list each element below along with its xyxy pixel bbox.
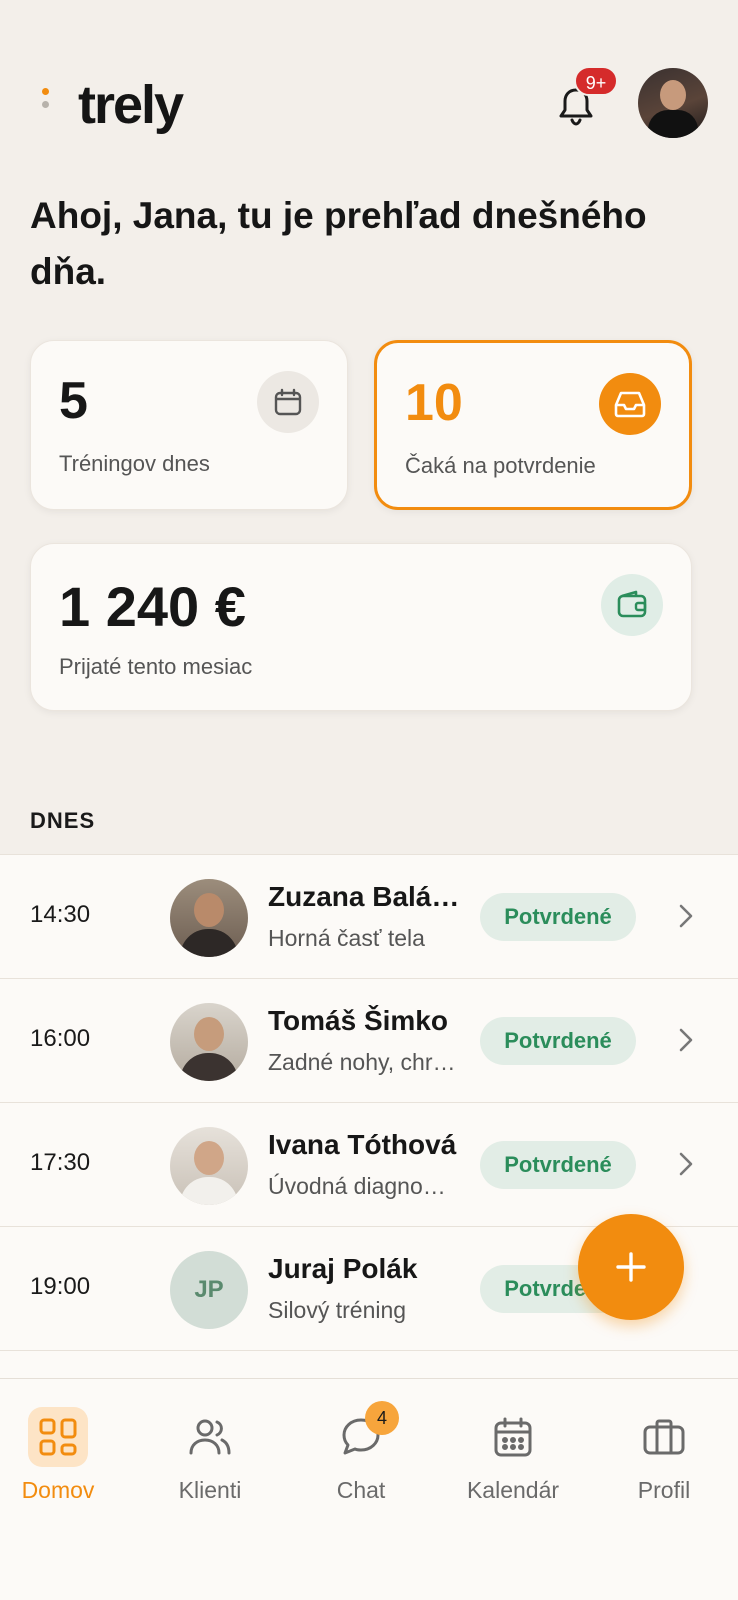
nav-item-clients[interactable]: Klienti bbox=[155, 1407, 265, 1504]
wallet-icon bbox=[601, 574, 663, 636]
status-badge: Potvrdené bbox=[480, 893, 636, 941]
grid-icon bbox=[28, 1407, 88, 1467]
client-name: Zuzana Balá… bbox=[268, 881, 460, 912]
chevron-right-icon[interactable] bbox=[676, 901, 696, 931]
bottom-navigation: Domov Klienti 4 Chat Kalendár Profil bbox=[0, 1378, 738, 1600]
sessions-count: 5 bbox=[59, 372, 88, 430]
session-time: 19:00 bbox=[30, 1273, 91, 1300]
nav-item-profile[interactable]: Profil bbox=[609, 1407, 719, 1504]
chevron-right-icon[interactable] bbox=[676, 1149, 696, 1179]
plus-icon bbox=[616, 1252, 646, 1282]
users-icon bbox=[180, 1407, 240, 1467]
income-value: 1 240 € bbox=[59, 575, 246, 638]
session-type: Zadné nohy, chr… bbox=[268, 1049, 456, 1075]
app-logo: trely bbox=[78, 75, 184, 135]
notifications-badge: 9+ bbox=[574, 66, 618, 96]
pending-count: 10 bbox=[405, 374, 463, 432]
chat-icon: 4 bbox=[331, 1401, 399, 1467]
client-avatar bbox=[170, 1127, 248, 1205]
client-initials-avatar: JP bbox=[170, 1251, 248, 1329]
chat-badge: 4 bbox=[365, 1401, 399, 1435]
client-avatar bbox=[170, 1003, 248, 1081]
list-item[interactable]: 14:30 Zuzana Balá… Horná časť tela Potvr… bbox=[0, 854, 738, 978]
session-type: Úvodná diagno… bbox=[268, 1173, 446, 1199]
nav-label: Kalendár bbox=[466, 1477, 560, 1503]
nav-item-calendar[interactable]: Kalendár bbox=[458, 1407, 568, 1504]
client-avatar bbox=[170, 879, 248, 957]
greeting-title: Ahoj, Jana, tu je prehľad dnešného dňa. bbox=[30, 195, 647, 292]
pending-card[interactable]: 10 Čaká na potvrdenie bbox=[374, 340, 692, 510]
session-time: 17:30 bbox=[30, 1149, 91, 1176]
client-name: Tomáš Šimko bbox=[268, 1005, 448, 1036]
chevron-right-icon[interactable] bbox=[676, 1025, 696, 1055]
user-avatar[interactable] bbox=[638, 68, 708, 138]
income-card[interactable]: 1 240 € Prijaté tento mesiac bbox=[30, 543, 692, 711]
nav-item-home[interactable]: Domov bbox=[3, 1407, 113, 1504]
nav-label: Klienti bbox=[178, 1477, 242, 1503]
sessions-today-card[interactable]: 5 Tréningov dnes bbox=[30, 340, 348, 510]
session-type: Horná časť tela bbox=[268, 925, 425, 951]
sessions-label: Tréningov dnes bbox=[59, 451, 210, 476]
nav-item-chat[interactable]: 4 Chat bbox=[306, 1401, 416, 1504]
briefcase-icon bbox=[634, 1407, 694, 1467]
status-badge: Potvrdené bbox=[480, 1141, 636, 1189]
nav-label: Profil bbox=[637, 1477, 691, 1503]
list-item[interactable]: 17:30 Ivana Tóthová Úvodná diagno… Potvr… bbox=[0, 1102, 738, 1226]
nav-label: Domov bbox=[21, 1477, 95, 1503]
income-label: Prijaté tento mesiac bbox=[59, 654, 253, 679]
add-session-button[interactable] bbox=[578, 1214, 684, 1320]
client-name: Ivana Tóthová bbox=[268, 1129, 457, 1160]
today-section-title: DNES bbox=[30, 808, 96, 833]
session-time: 16:00 bbox=[30, 1025, 91, 1052]
calendar-icon bbox=[257, 371, 319, 433]
app-header: trely 9+ bbox=[30, 66, 708, 138]
pending-label: Čaká na potvrdenie bbox=[405, 453, 596, 478]
inbox-icon bbox=[599, 373, 661, 435]
session-time: 14:30 bbox=[30, 901, 91, 928]
client-name: Juraj Polák bbox=[268, 1253, 418, 1284]
list-item[interactable]: 16:00 Tomáš Šimko Zadné nohy, chr… Potvr… bbox=[0, 978, 738, 1102]
calendar-icon bbox=[483, 1407, 543, 1467]
menu-icon[interactable] bbox=[42, 88, 50, 122]
nav-label: Chat bbox=[336, 1477, 386, 1503]
session-type: Silový tréning bbox=[268, 1297, 407, 1323]
status-badge: Potvrdené bbox=[480, 1017, 636, 1065]
